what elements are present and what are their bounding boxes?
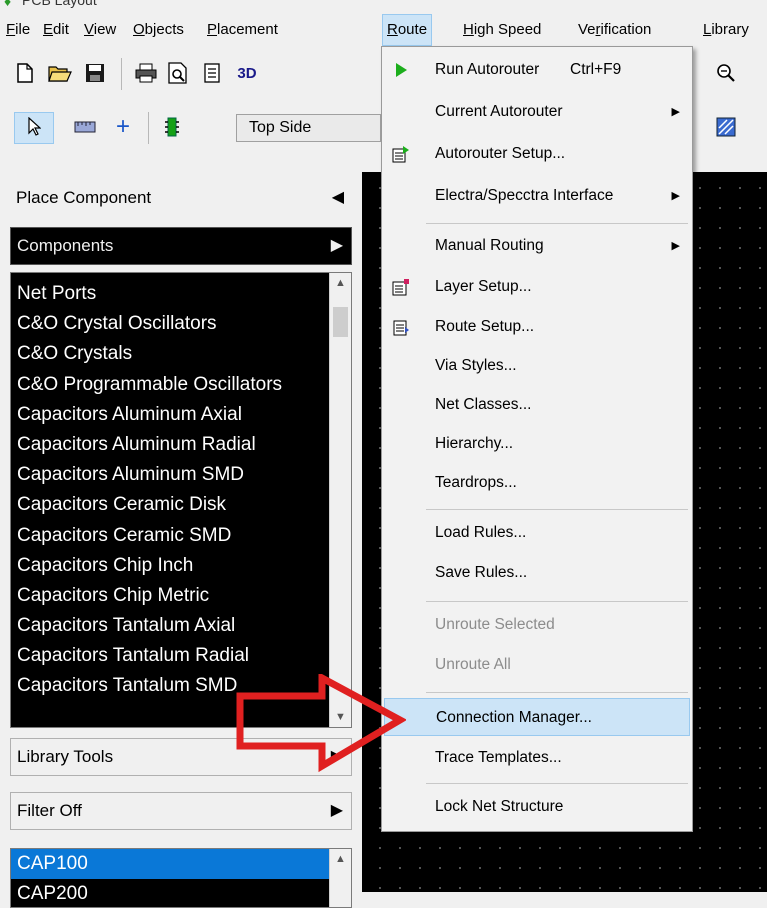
scrollbar-thumb[interactable] xyxy=(333,307,348,337)
new-file-icon[interactable] xyxy=(12,60,38,86)
print-preview-icon[interactable] xyxy=(165,60,191,86)
autorouter-setup-icon xyxy=(390,144,412,164)
expand-right-icon[interactable]: ▶ xyxy=(331,228,343,264)
menu-item-hierarchy[interactable]: Hierarchy... xyxy=(384,425,690,463)
print-icon[interactable] xyxy=(133,60,159,86)
zoom-icon[interactable] xyxy=(713,60,739,86)
menu-separator xyxy=(426,509,688,510)
list-item[interactable]: C&O Crystals xyxy=(11,339,332,369)
play-icon xyxy=(390,60,412,80)
filter-header[interactable]: Filter Off ▶ xyxy=(10,792,352,830)
component-library-list[interactable]: Net Ports C&O Crystal Oscillators C&O Cr… xyxy=(10,272,352,728)
menu-item-unroute-all: Unroute All xyxy=(435,656,511,673)
component-icon[interactable] xyxy=(159,114,185,140)
menu-item-via-styles[interactable]: Via Styles... xyxy=(384,347,690,385)
menu-library[interactable]: Library xyxy=(703,21,749,38)
list-item[interactable]: CAP200 xyxy=(11,879,332,907)
menu-file[interactable]: File xyxy=(6,21,30,38)
menu-bar: File Edit View Objects Placement Route H… xyxy=(0,14,767,46)
list-item[interactable]: Capacitors Aluminum Radial xyxy=(11,430,332,460)
collapse-left-icon[interactable]: ◀ xyxy=(332,180,344,216)
library-tools-label: Library Tools xyxy=(17,747,114,766)
menu-verification[interactable]: Verification xyxy=(578,21,651,38)
menu-item-load-rules[interactable]: Load Rules... xyxy=(384,514,690,552)
part-list[interactable]: CAP100 CAP200 ▲ xyxy=(10,848,352,908)
list-item[interactable]: Capacitors Tantalum Axial xyxy=(11,611,332,641)
submenu-arrow-icon: ▶ xyxy=(671,190,680,202)
menu-item-connection-manager[interactable]: Connection Manager... xyxy=(384,698,690,736)
list-item[interactable]: Capacitors Chip Metric xyxy=(11,581,332,611)
place-component-label: Place Component xyxy=(16,188,152,207)
menu-item-layer-setup[interactable]: Layer Setup... xyxy=(384,268,690,306)
menu-item-lock-net-structure[interactable]: Lock Net Structure xyxy=(384,788,690,826)
list-item-selected[interactable]: CAP100 xyxy=(11,849,332,879)
submenu-arrow-icon: ▶ xyxy=(671,106,680,118)
layer-select[interactable]: Top Side xyxy=(236,114,381,142)
place-component-header[interactable]: Place Component ◀ xyxy=(10,180,352,218)
pointer-icon[interactable] xyxy=(21,114,47,140)
menu-item-autorouter-setup[interactable]: Autorouter Setup... xyxy=(384,135,690,173)
menu-item-trace-templates[interactable]: Trace Templates... xyxy=(384,739,690,777)
annotation-arrow-icon xyxy=(236,674,406,773)
list-item[interactable]: Capacitors Ceramic SMD xyxy=(11,521,332,551)
submenu-arrow-icon: ▶ xyxy=(671,240,680,252)
toolbar-separator xyxy=(148,112,149,144)
menu-placement[interactable]: Placement xyxy=(207,21,278,38)
menu-item-manual-routing[interactable]: Manual Routing ▶ xyxy=(384,227,690,265)
component-list-scrollbar[interactable]: ▲ ▼ xyxy=(329,273,351,727)
list-item[interactable]: Capacitors Aluminum SMD xyxy=(11,460,332,490)
list-item[interactable]: C&O Programmable Oscillators xyxy=(11,370,332,400)
components-header[interactable]: Components ▶ xyxy=(10,227,352,265)
filter-label: Filter Off xyxy=(17,801,82,820)
3d-view-button[interactable]: 3D xyxy=(232,60,262,86)
window-title: PCB Layout xyxy=(22,0,97,8)
menu-separator xyxy=(426,692,688,693)
menu-edit[interactable]: Edit xyxy=(43,21,69,38)
toolbar-separator xyxy=(121,58,122,90)
menu-item-electra-interface[interactable]: Electra/Specctra Interface ▶ xyxy=(384,177,690,215)
crosshair-icon[interactable]: + xyxy=(110,114,136,140)
list-item[interactable]: C&O Crystal Oscillators xyxy=(11,309,332,339)
expand-right-icon[interactable]: ▶ xyxy=(331,793,343,829)
app-logo-icon: ♦ xyxy=(4,0,12,9)
list-item[interactable]: Net Ports xyxy=(11,279,332,309)
title-bar: ♦ PCB Layout xyxy=(0,0,767,14)
list-item[interactable]: Capacitors Aluminum Axial xyxy=(11,400,332,430)
menu-item-teardrops[interactable]: Teardrops... xyxy=(384,464,690,502)
list-item[interactable]: Capacitors Tantalum Radial xyxy=(11,641,332,671)
route-setup-icon xyxy=(390,317,412,337)
menu-item-current-autorouter[interactable]: Current Autorouter ▶ xyxy=(384,93,690,131)
menu-item-route-setup[interactable]: Route Setup... xyxy=(384,308,690,346)
menu-separator xyxy=(426,223,688,224)
menu-high-speed[interactable]: High Speed xyxy=(463,21,541,38)
part-list-scrollbar[interactable]: ▲ xyxy=(329,849,351,907)
save-icon[interactable] xyxy=(82,60,108,86)
menu-item-save-rules[interactable]: Save Rules... xyxy=(384,554,690,592)
menu-item-run-autorouter[interactable]: Run Autorouter Ctrl+F9 xyxy=(384,51,690,89)
menu-objects[interactable]: Objects xyxy=(133,21,184,38)
left-panel: Place Component ◀ Components ▶ Net Ports… xyxy=(0,172,358,908)
list-item[interactable]: Capacitors Ceramic Disk xyxy=(11,490,332,520)
open-folder-icon[interactable] xyxy=(47,60,73,86)
menu-item-net-classes[interactable]: Net Classes... xyxy=(384,386,690,424)
toolbar-overflow xyxy=(690,104,767,152)
list-item[interactable]: Capacitors Chip Inch xyxy=(11,551,332,581)
scroll-up-icon[interactable]: ▲ xyxy=(330,849,351,869)
report-icon[interactable] xyxy=(199,60,225,86)
scroll-up-icon[interactable]: ▲ xyxy=(330,273,351,293)
menu-route[interactable]: Route xyxy=(382,14,433,46)
menu-separator xyxy=(426,783,688,784)
menu-separator xyxy=(426,601,688,602)
menu-view[interactable]: View xyxy=(84,21,116,38)
menu-item-unroute-selected: Unroute Selected xyxy=(435,616,555,633)
layer-toggle-icon[interactable] xyxy=(713,114,739,140)
layer-setup-icon xyxy=(390,277,412,297)
components-label: Components xyxy=(17,236,114,255)
dimension-icon[interactable] xyxy=(72,114,98,140)
route-menu: Run Autorouter Ctrl+F9 Current Autoroute… xyxy=(381,46,693,832)
